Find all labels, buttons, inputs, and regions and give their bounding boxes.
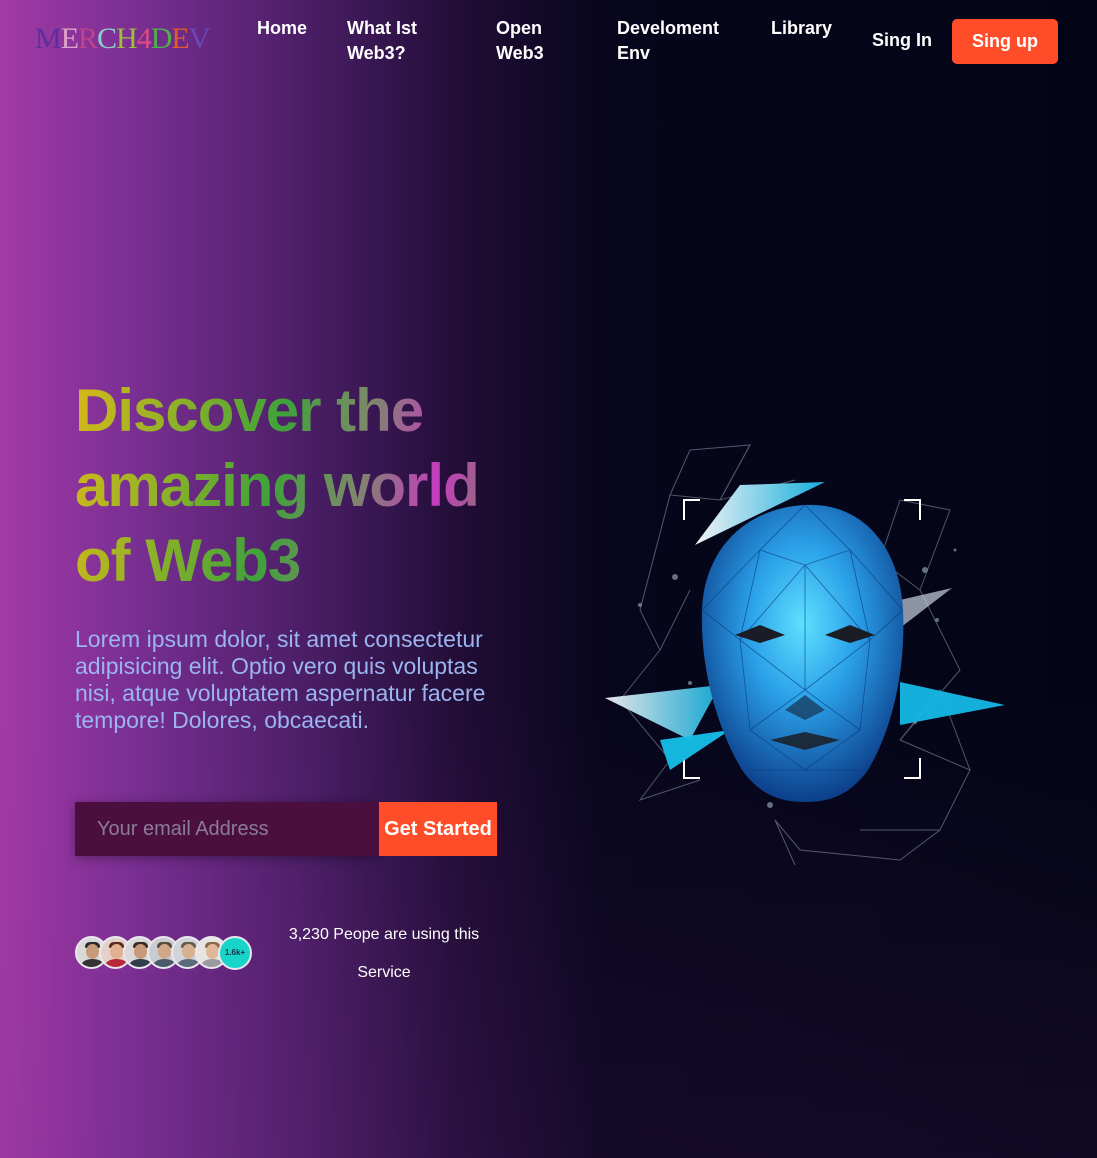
logo-letter: E — [171, 22, 189, 55]
hero-title: Discover the amazing world of Web3 — [75, 373, 515, 598]
nav-what-is-web3[interactable]: What Ist Web3? — [347, 16, 447, 66]
users-count-text: 3,230 Peope are using this Service — [288, 926, 480, 981]
avatar-count-badge: 1.6k+ — [218, 936, 252, 970]
face-mesh — [701, 504, 904, 802]
site-logo[interactable]: MERCH4DEV — [35, 22, 211, 56]
logo-letter: R — [78, 22, 98, 55]
hero-description: Lorem ipsum dolor, sit amet consectetur … — [75, 626, 486, 733]
logo-letter: C — [97, 22, 117, 55]
email-input[interactable] — [75, 802, 379, 856]
logo-letter: E — [60, 22, 79, 55]
nav-development-env[interactable]: Develoment Env — [617, 16, 737, 66]
nav-open-web3[interactable]: Open Web3 — [496, 16, 566, 66]
logo-letter: D — [150, 22, 173, 55]
logo-letter: V — [188, 22, 211, 55]
get-started-button[interactable]: Get Started — [379, 802, 497, 856]
user-avatars: 1.6k+ — [75, 936, 255, 970]
sign-in-link[interactable]: Sing In — [872, 28, 932, 53]
logo-letter: 4 — [136, 22, 152, 55]
nav-home[interactable]: Home — [257, 16, 307, 41]
polygon-face-illustration — [605, 444, 1005, 866]
sign-up-button[interactable]: Sing up — [952, 19, 1058, 64]
nav-library[interactable]: Library — [771, 16, 832, 41]
logo-letter: M — [35, 22, 62, 55]
logo-letter: H — [116, 22, 138, 55]
